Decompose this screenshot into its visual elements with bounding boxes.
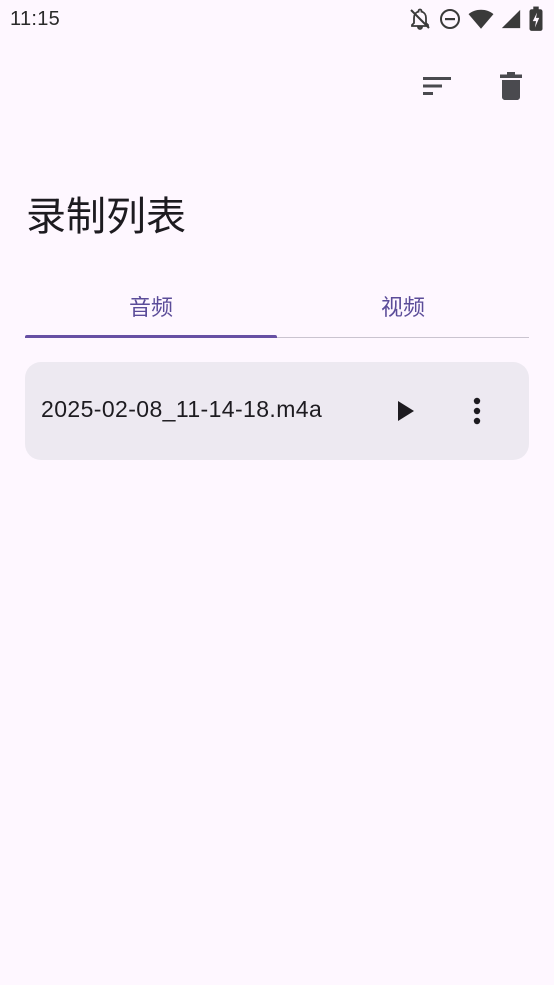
cellular-signal-icon [500,6,522,32]
status-bar: 11:15 [0,0,554,38]
status-icons [408,6,548,32]
wifi-icon [468,6,494,32]
tab-video[interactable]: 视频 [277,276,529,336]
more-vert-icon [473,397,481,425]
recording-item[interactable]: 2025-02-08_11-14-18.m4a [25,362,529,460]
play-icon [394,399,416,423]
status-time: 11:15 [10,8,61,30]
tab-indicator [25,335,277,338]
battery-charging-icon [528,6,544,32]
sort-icon [421,74,453,98]
play-button[interactable] [381,387,429,435]
do-not-disturb-icon [438,6,462,32]
recording-file-name: 2025-02-08_11-14-18.m4a [41,396,323,422]
page-title: 录制列表 [26,194,186,240]
delete-icon [499,71,523,101]
tab-audio[interactable]: 音频 [25,276,277,336]
more-options-button[interactable] [453,387,501,435]
notifications-off-icon [408,6,432,32]
sort-button[interactable] [413,62,461,110]
tab-audio-label: 音频 [128,296,173,321]
tab-bar: 音频 视频 [25,276,529,338]
tab-video-label: 视频 [380,296,425,321]
delete-button[interactable] [487,62,535,110]
